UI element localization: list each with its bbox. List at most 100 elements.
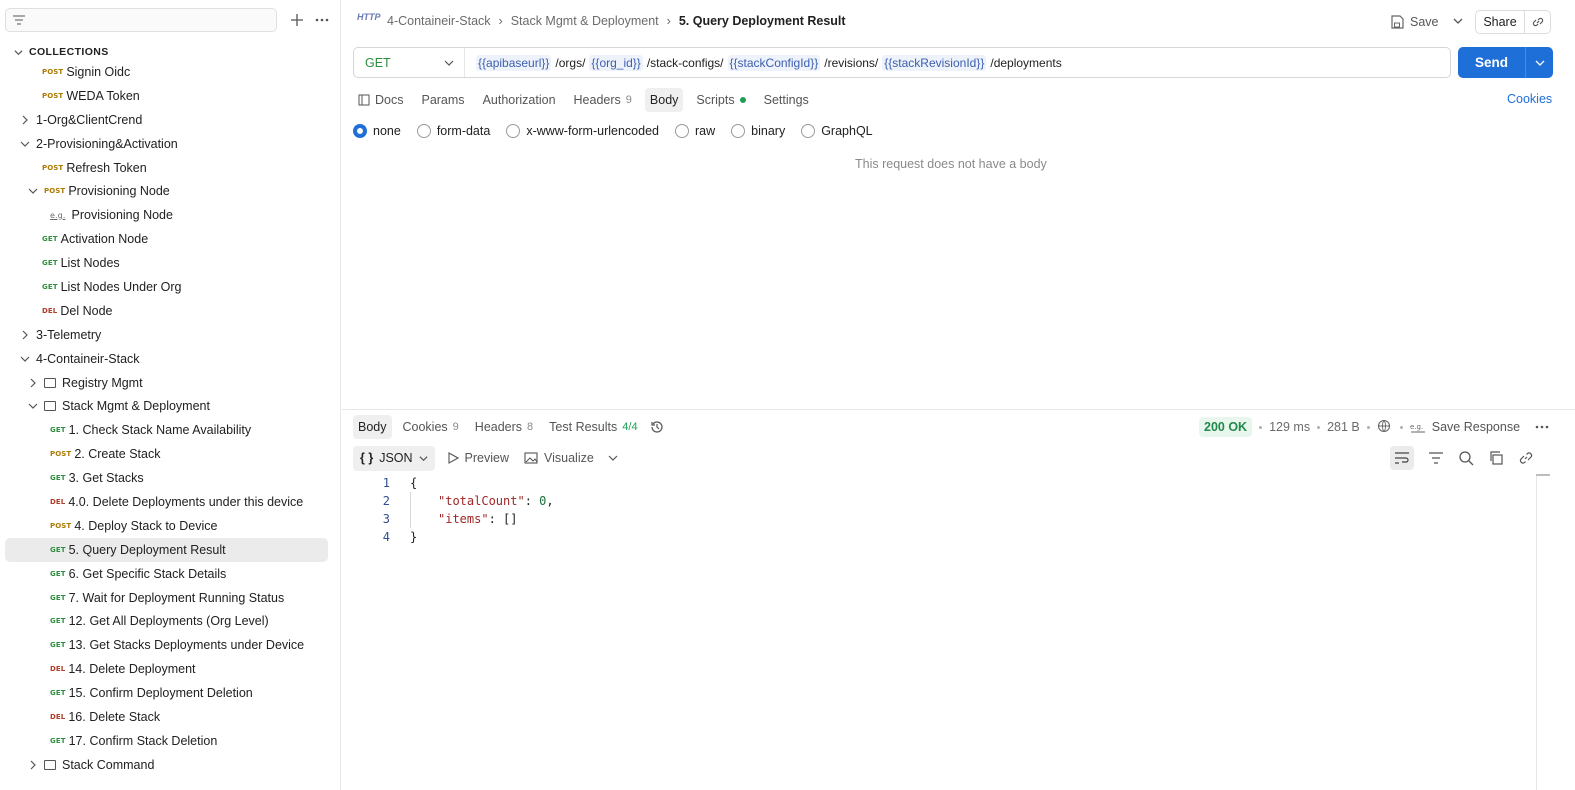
sidebar-item[interactable]: GET 12. Get All Deployments (Org Level): [0, 609, 335, 633]
sidebar-item[interactable]: DEL 14. Delete Deployment: [0, 657, 335, 681]
url-variable: {{apibaseurl}}: [476, 54, 552, 71]
copy-link-button[interactable]: [1525, 10, 1551, 34]
sidebar-item[interactable]: POST Refresh Token: [0, 156, 335, 180]
response-tab-test-results[interactable]: Test Results 4/4: [544, 415, 642, 439]
chevron-down-icon[interactable]: [20, 354, 30, 364]
sidebar-more-button[interactable]: [312, 10, 332, 30]
radio-icon[interactable]: [506, 124, 521, 138]
tab-body[interactable]: Body: [644, 88, 684, 112]
share-button[interactable]: Share: [1475, 10, 1525, 34]
response-tab-headers[interactable]: Headers 8: [470, 415, 538, 439]
response-tab-body[interactable]: Body: [353, 415, 392, 439]
sidebar-item[interactable]: GET List Nodes Under Org: [0, 275, 335, 299]
tab-params[interactable]: Params: [416, 88, 469, 112]
save-options-button[interactable]: [1450, 13, 1466, 29]
breadcrumb-collection[interactable]: 4-Containeir-Stack: [387, 14, 491, 28]
response-body[interactable]: 1{ 2 "totalCount": 0, 3 "items": [] 4}: [370, 474, 554, 546]
url-input[interactable]: {{apibaseurl}}/orgs/{{org_id}}/stack-con…: [465, 54, 1062, 71]
body-type-raw[interactable]: raw: [675, 124, 715, 138]
body-type-x-www-form-urlencoded[interactable]: x-www-form-urlencoded: [506, 124, 659, 138]
filter-icon[interactable]: [1428, 451, 1444, 465]
chevron-down-icon[interactable]: [20, 139, 30, 149]
search-icon[interactable]: [1458, 450, 1474, 466]
scrollbar[interactable]: [1536, 474, 1550, 790]
tab-docs[interactable]: Docs: [353, 88, 408, 112]
sidebar-item[interactable]: GET Activation Node: [0, 227, 335, 251]
chevron-down-icon[interactable]: [28, 401, 38, 411]
radio-icon[interactable]: [801, 124, 816, 138]
sidebar-item[interactable]: GET 5. Query Deployment Result: [5, 537, 328, 562]
save-button[interactable]: Save: [1390, 11, 1439, 33]
sidebar-item[interactable]: GET 6. Get Specific Stack Details: [0, 562, 335, 586]
sidebar-item[interactable]: 1-Org&ClientCrend: [0, 108, 335, 132]
send-button[interactable]: Send: [1458, 47, 1553, 78]
method-select[interactable]: GET: [354, 48, 465, 77]
response-tab-cookies[interactable]: Cookies 9: [398, 415, 464, 439]
save-label: Save: [1410, 15, 1439, 29]
new-collection-button[interactable]: [287, 10, 307, 30]
wrap-lines-button[interactable]: [1390, 446, 1414, 470]
sidebar-item[interactable]: POST Provisioning Node: [0, 179, 335, 203]
send-options-button[interactable]: [1525, 47, 1553, 78]
sidebar-item[interactable]: GET 17. Confirm Stack Deletion: [0, 729, 335, 753]
sidebar-item[interactable]: e.g. Provisioning Node: [0, 203, 335, 227]
sidebar-item[interactable]: DEL 16. Delete Stack: [0, 705, 335, 729]
body-type-binary[interactable]: binary: [731, 124, 785, 138]
tab-headers[interactable]: Headers 9: [569, 88, 637, 112]
method-badge: POST: [50, 521, 72, 530]
body-type-form-data[interactable]: form-data: [416, 124, 490, 138]
history-icon[interactable]: [649, 419, 665, 435]
breadcrumb-folder[interactable]: Stack Mgmt & Deployment: [511, 14, 659, 28]
sidebar-item[interactable]: POST WEDA Token: [0, 84, 335, 108]
link-icon[interactable]: [1518, 450, 1534, 466]
radio-icon[interactable]: [731, 124, 746, 138]
sidebar-item[interactable]: POST 4. Deploy Stack to Device: [0, 514, 335, 538]
sidebar-item[interactable]: DEL Del Node: [0, 299, 335, 323]
sidebar-item[interactable]: GET 1. Check Stack Name Availability: [0, 418, 335, 442]
tab-scripts[interactable]: Scripts: [691, 88, 750, 112]
tab-authorization[interactable]: Authorization: [478, 88, 561, 112]
sidebar-item[interactable]: GET 13. Get Stacks Deployments under Devi…: [0, 633, 335, 657]
sidebar-item[interactable]: GET 3. Get Stacks: [0, 466, 335, 490]
sidebar-item[interactable]: GET List Nodes: [0, 251, 335, 275]
radio-icon[interactable]: [416, 124, 431, 138]
body-type-none[interactable]: none: [353, 124, 401, 138]
format-select[interactable]: { } JSON: [353, 445, 435, 471]
sidebar-item[interactable]: 3-Telemetry: [0, 323, 335, 347]
sidebar-item[interactable]: Stack Mgmt & Deployment: [0, 394, 335, 418]
filter-input[interactable]: [5, 8, 277, 32]
chevron-right-icon[interactable]: [28, 760, 38, 770]
sidebar-item[interactable]: POST Signin Oidc: [0, 60, 335, 84]
preview-button[interactable]: Preview: [447, 451, 509, 465]
sidebar-item-label: Provisioning Node: [68, 184, 170, 199]
breadcrumb-request[interactable]: 5. Query Deployment Result: [679, 14, 846, 28]
sidebar-item[interactable]: GET 7. Wait for Deployment Running Status: [0, 586, 335, 610]
sidebar-item[interactable]: DEL 4.0. Delete Deployments under this de…: [0, 490, 335, 514]
response-status-bar: 200 OK 129 ms 281 B e.g. Save Response: [1199, 415, 1551, 439]
radio-icon[interactable]: [675, 124, 689, 138]
sidebar-item[interactable]: POST 2. Create Stack: [0, 442, 335, 466]
visualize-button[interactable]: Visualize: [524, 451, 618, 465]
tab-settings[interactable]: Settings: [759, 88, 814, 112]
network-icon[interactable]: [1377, 419, 1393, 435]
tab-count: 9: [452, 421, 459, 433]
cookies-link[interactable]: Cookies: [1507, 92, 1552, 106]
chevron-right-icon[interactable]: [20, 115, 30, 125]
sidebar-item[interactable]: 2-Provisioning&Activation: [0, 132, 335, 156]
more-icon[interactable]: [1533, 419, 1551, 435]
chevron-down-icon[interactable]: [28, 186, 38, 196]
sidebar-item[interactable]: Stack Command: [0, 753, 335, 777]
copy-icon[interactable]: [1488, 450, 1504, 466]
collections-header[interactable]: COLLECTIONS: [14, 44, 109, 60]
radio-icon[interactable]: [353, 124, 367, 138]
sidebar-item[interactable]: GET 15. Confirm Deployment Deletion: [0, 681, 335, 705]
sidebar-item[interactable]: Registry Mgmt: [0, 371, 335, 395]
sidebar-item-label: 7. Wait for Deployment Running Status: [68, 590, 285, 605]
sidebar-item[interactable]: 4-Containeir-Stack: [0, 347, 335, 371]
body-type-graphql[interactable]: GraphQL: [801, 124, 873, 138]
chevron-down-icon[interactable]: [608, 453, 618, 463]
chevron-right-icon[interactable]: [20, 330, 30, 340]
chevron-right-icon[interactable]: [28, 378, 38, 388]
save-response-button[interactable]: e.g. Save Response: [1410, 420, 1520, 434]
pane-divider[interactable]: [342, 409, 1575, 410]
